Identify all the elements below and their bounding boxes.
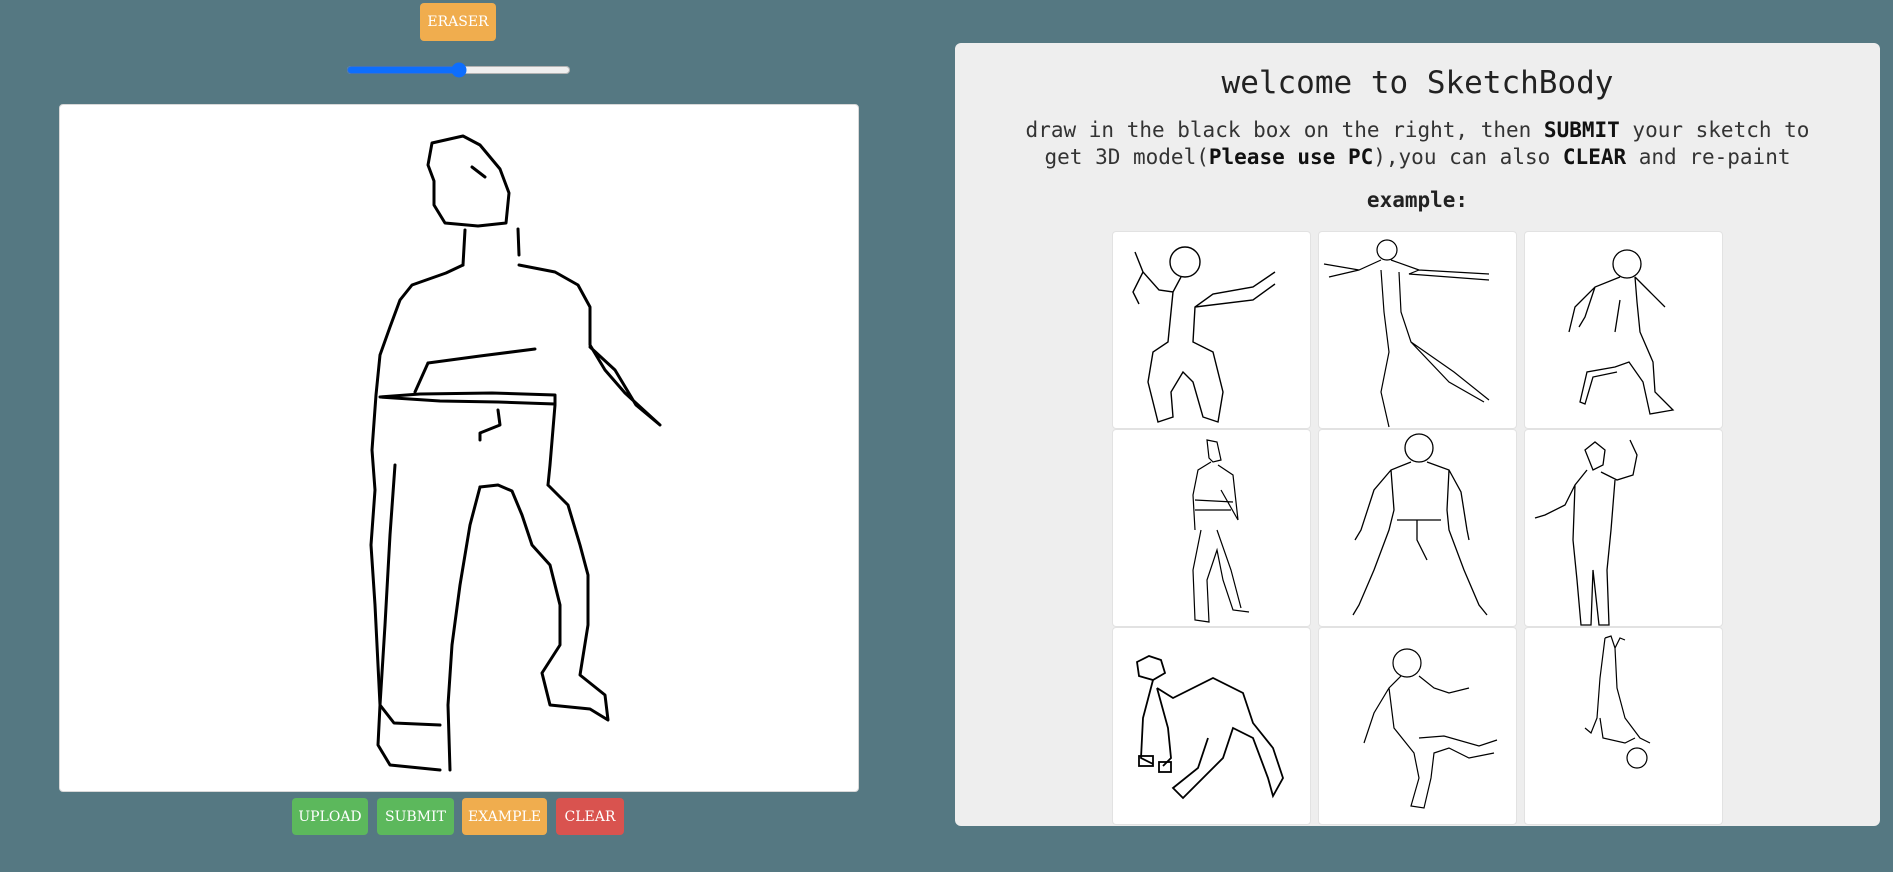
clear-button[interactable]: CLEAR [556, 798, 624, 835]
panel-description: draw in the black box on the right, then… [1005, 117, 1830, 171]
desc-text-3: ),you can also [1373, 145, 1563, 169]
example-sketch-4[interactable] [1112, 429, 1311, 627]
example-sketch-3[interactable] [1524, 231, 1723, 429]
desc-clear-emphasis: CLEAR [1562, 145, 1627, 169]
submit-button[interactable]: SUBMIT [377, 798, 454, 835]
drawing-canvas[interactable] [59, 104, 859, 792]
brush-size-slider[interactable] [346, 62, 571, 78]
example-sketch-1[interactable] [1112, 231, 1311, 429]
desc-submit-emphasis: SUBMIT [1543, 118, 1620, 142]
example-sketch-8[interactable] [1318, 627, 1517, 825]
example-sketch-6[interactable] [1524, 429, 1723, 627]
eraser-button[interactable]: ERASER [420, 3, 496, 41]
example-button[interactable]: EXAMPLE [462, 798, 547, 835]
example-sketch-9[interactable] [1524, 627, 1723, 825]
example-sketch-5[interactable] [1318, 429, 1517, 627]
desc-pc-emphasis: Please use PC [1208, 145, 1374, 169]
desc-text-1: draw in the black box on the right, then [1025, 118, 1544, 142]
example-heading: example: [1366, 188, 1469, 212]
brush-size-slider-container [346, 62, 571, 82]
example-gallery [1112, 231, 1723, 826]
desc-text-4: and re-paint [1626, 145, 1791, 169]
user-sketch-drawing [369, 134, 662, 772]
info-panel: welcome to SketchBody draw in the black … [955, 43, 1880, 826]
example-sketch-7[interactable] [1112, 627, 1311, 825]
example-sketch-2[interactable] [1318, 231, 1517, 429]
panel-title: welcome to SketchBody [1221, 65, 1614, 101]
upload-button[interactable]: UPLOAD [292, 798, 368, 835]
